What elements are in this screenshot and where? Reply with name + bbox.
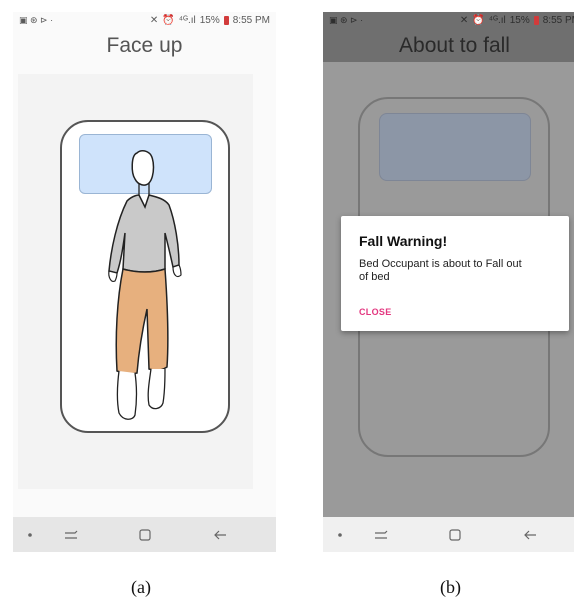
clock: 8:55 PM	[232, 15, 270, 26]
alarm-icon: ⏰	[472, 15, 485, 26]
home-icon[interactable]	[137, 517, 153, 552]
battery-percent: 15%	[509, 15, 530, 26]
page-title: Face up	[106, 34, 183, 57]
status-bar: ▣ ⊛ ⊳ · ✕ ⏰ ⁴ᴳ.ıl 15% 8:55 PM	[13, 12, 276, 29]
status-right-group: ✕ ⏰ ⁴ᴳ.ıl 15% 8:55 PM	[460, 15, 574, 26]
back-icon[interactable]	[521, 517, 539, 552]
phone-screen-face-up: ▣ ⊛ ⊳ · ✕ ⏰ ⁴ᴳ.ıl 15% 8:55 PM Face up	[13, 12, 276, 552]
recent-apps-icon[interactable]	[371, 517, 391, 552]
dot-icon[interactable]	[333, 517, 347, 552]
pillow	[379, 113, 531, 181]
alarm-icon: ⏰	[162, 15, 175, 26]
status-right-group: ✕ ⏰ ⁴ᴳ.ıl 15% 8:55 PM	[150, 15, 270, 26]
dialog-message: Bed Occupant is about to Fall out of bed	[359, 258, 522, 283]
notification-icons: ▣ ⊛ ⊳ ·	[19, 15, 54, 25]
battery-percent: 15%	[199, 15, 220, 26]
page-title: About to fall	[323, 29, 574, 62]
close-button[interactable]: CLOSE	[359, 307, 392, 317]
status-bar: ▣ ⊛ ⊳ · ✕ ⏰ ⁴ᴳ.ıl 15% 8:55 PM	[323, 12, 574, 29]
clock: 8:55 PM	[542, 15, 574, 26]
signal-icon: ⁴ᴳ.ıl	[178, 15, 196, 26]
home-icon[interactable]	[447, 517, 463, 552]
battery-icon	[223, 16, 229, 25]
nav-bar	[13, 517, 276, 552]
battery-icon	[533, 16, 539, 25]
dialog-title: Fall Warning!	[359, 233, 448, 249]
person-figure	[108, 150, 182, 420]
dot-icon[interactable]	[23, 517, 37, 552]
back-icon[interactable]	[211, 517, 229, 552]
nav-bar	[323, 517, 574, 552]
caption-b: (b)	[440, 577, 461, 597]
mute-icon: ✕	[459, 15, 469, 26]
mute-icon: ✕	[149, 15, 159, 26]
bed-outline	[60, 120, 230, 433]
fall-warning-dialog: Fall Warning! Bed Occupant is about to F…	[341, 216, 569, 331]
caption-a: (a)	[131, 577, 151, 597]
signal-icon: ⁴ᴳ.ıl	[488, 15, 506, 26]
bed-canvas	[18, 74, 253, 489]
recent-apps-icon[interactable]	[61, 517, 81, 552]
phone-screen-about-to-fall: ▣ ⊛ ⊳ · ✕ ⏰ ⁴ᴳ.ıl 15% 8:55 PM About to f…	[323, 12, 574, 552]
notification-icons: ▣ ⊛ ⊳ ·	[329, 15, 364, 25]
